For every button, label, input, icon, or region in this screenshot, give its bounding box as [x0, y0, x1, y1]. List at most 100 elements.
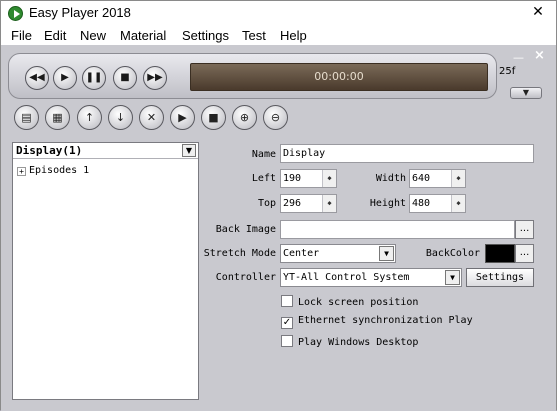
- move-down-button[interactable]: ↓: [108, 105, 133, 130]
- zoom-out-button[interactable]: ⊖: [263, 105, 288, 130]
- expand-icon[interactable]: +: [17, 167, 26, 176]
- rewind-icon: ◀◀: [29, 72, 45, 83]
- stop-icon: ■: [208, 111, 219, 124]
- width-value: 640: [412, 173, 431, 184]
- menu-edit[interactable]: Edit: [44, 28, 66, 43]
- stop-icon: ■: [120, 72, 130, 83]
- tree-panel: Display(1) ▼ + Episodes 1: [12, 142, 199, 400]
- menu-new[interactable]: New: [80, 28, 106, 43]
- spin-icon[interactable]: ◆: [451, 170, 465, 187]
- play-icon: ▶: [178, 111, 187, 124]
- top-value: 296: [283, 198, 302, 209]
- new-episode-button[interactable]: ▦: [45, 105, 70, 130]
- backcolor-swatch[interactable]: [485, 244, 515, 263]
- fast-forward-icon: ▶▶: [147, 72, 163, 83]
- height-field[interactable]: 480 ◆: [409, 194, 466, 213]
- zoom-out-icon: ⊖: [270, 111, 281, 124]
- new-display-button[interactable]: ▤: [14, 105, 39, 130]
- ethernet-sync-checkbox-row[interactable]: ✓ Ethernet synchronization Play: [281, 315, 473, 329]
- fast-forward-button[interactable]: ▶▶: [143, 66, 167, 90]
- settings-button[interactable]: Settings: [466, 268, 534, 287]
- chevron-down-icon: ▼: [522, 88, 530, 97]
- menu-file[interactable]: File: [11, 28, 32, 43]
- menu-material[interactable]: Material: [120, 28, 166, 43]
- width-label: Width: [375, 173, 406, 184]
- spin-icon[interactable]: ◆: [322, 170, 336, 187]
- move-up-button[interactable]: ↑: [77, 105, 102, 130]
- close-icon: ✕: [146, 111, 157, 124]
- top-label: Top: [257, 198, 276, 209]
- play-desktop-checkbox[interactable]: [281, 335, 293, 347]
- controller-value: YT-All Control System: [283, 272, 410, 283]
- checkbox-label: Ethernet synchronization Play: [298, 315, 473, 326]
- title-bar: Easy Player 2018 ✕: [1, 1, 556, 25]
- tree-item-episodes[interactable]: + Episodes 1: [17, 165, 89, 176]
- controller-label: Controller: [215, 272, 276, 283]
- display-select[interactable]: Display(1) ▼: [13, 143, 198, 159]
- back-image-field[interactable]: [280, 220, 515, 239]
- stop-button[interactable]: ■: [113, 66, 137, 90]
- checkbox-label: Play Windows Desktop: [298, 337, 419, 348]
- menu-help[interactable]: Help: [280, 28, 307, 43]
- left-value: 190: [283, 173, 302, 184]
- menu-settings[interactable]: Settings: [182, 28, 229, 43]
- document-icon: ▤: [21, 111, 32, 124]
- toolbar: ▤ ▦ ↑ ↓ ✕ ▶ ■ ⊕ ⊖: [8, 100, 549, 140]
- film-icon: ▦: [52, 111, 63, 124]
- height-value: 480: [412, 198, 431, 209]
- arrow-up-icon: ↑: [84, 111, 95, 124]
- player-panel: ◀◀ ▶ ❚❚ ■ ▶▶ 00:00:00 25f — × ▼ ▤ ▦ ↑ ↓ …: [1, 45, 556, 411]
- pause-button[interactable]: ❚❚: [82, 66, 106, 90]
- zoom-in-button[interactable]: ⊕: [232, 105, 257, 130]
- panel-close-button[interactable]: ×: [534, 48, 545, 63]
- menu-test[interactable]: Test: [242, 28, 266, 43]
- window-title: Easy Player 2018: [29, 5, 131, 20]
- arrow-down-icon: ↓: [115, 111, 126, 124]
- main-window: Easy Player 2018 ✕ File Edit New Materia…: [0, 0, 557, 411]
- stop-item-button[interactable]: ■: [201, 105, 226, 130]
- play-icon: ▶: [61, 72, 69, 83]
- controller-select[interactable]: YT-All Control System ▼: [280, 268, 462, 287]
- transport-bar: ◀◀ ▶ ❚❚ ■ ▶▶ 00:00:00: [8, 53, 497, 99]
- delete-button[interactable]: ✕: [139, 105, 164, 130]
- play-item-button[interactable]: ▶: [170, 105, 195, 130]
- menu-bar: File Edit New Material Settings Test Hel…: [1, 25, 556, 45]
- zoom-in-icon: ⊕: [239, 111, 250, 124]
- stretch-mode-select[interactable]: Center ▼: [280, 244, 396, 263]
- stretch-mode-label: Stretch Mode: [203, 248, 276, 259]
- lock-screen-checkbox[interactable]: [281, 295, 293, 307]
- chevron-down-icon[interactable]: ▼: [379, 246, 394, 261]
- play-desktop-checkbox-row[interactable]: Play Windows Desktop: [281, 335, 418, 348]
- play-button[interactable]: ▶: [53, 66, 77, 90]
- backcolor-label: BackColor: [425, 248, 480, 259]
- backcolor-browse-button[interactable]: ...: [515, 244, 534, 263]
- left-field[interactable]: 190 ◆: [280, 169, 337, 188]
- back-image-label: Back Image: [215, 224, 276, 235]
- top-field[interactable]: 296 ◆: [280, 194, 337, 213]
- spin-icon[interactable]: ◆: [322, 195, 336, 212]
- properties-panel: Name Display Left 190 ◆ Width 640 ◆ Top 29…: [200, 142, 546, 400]
- checkbox-label: Lock screen position: [298, 297, 419, 308]
- chevron-down-icon[interactable]: ▼: [182, 144, 196, 157]
- spin-icon[interactable]: ◆: [451, 195, 465, 212]
- fps-label: 25f: [499, 66, 516, 77]
- stretch-mode-value: Center: [283, 248, 320, 259]
- chevron-down-icon[interactable]: ▼: [445, 270, 460, 285]
- ethernet-sync-checkbox[interactable]: ✓: [281, 317, 293, 329]
- height-label: Height: [369, 198, 406, 209]
- app-icon: [8, 6, 23, 21]
- width-field[interactable]: 640 ◆: [409, 169, 466, 188]
- name-label: Name: [251, 149, 276, 160]
- pause-icon: ❚❚: [85, 72, 103, 83]
- back-image-browse-button[interactable]: ...: [515, 220, 534, 239]
- panel-minimize-button[interactable]: —: [513, 51, 524, 64]
- tree-item-label: Episodes 1: [29, 165, 90, 176]
- left-label: Left: [251, 173, 276, 184]
- display-select-value: Display(1): [16, 144, 83, 157]
- window-close-button[interactable]: ✕: [528, 3, 548, 21]
- rewind-button[interactable]: ◀◀: [25, 66, 49, 90]
- time-display: 00:00:00: [190, 63, 488, 91]
- panel-dropdown-button[interactable]: ▼: [510, 87, 542, 99]
- name-field[interactable]: Display: [280, 144, 534, 163]
- lock-screen-checkbox-row[interactable]: Lock screen position: [281, 295, 418, 308]
